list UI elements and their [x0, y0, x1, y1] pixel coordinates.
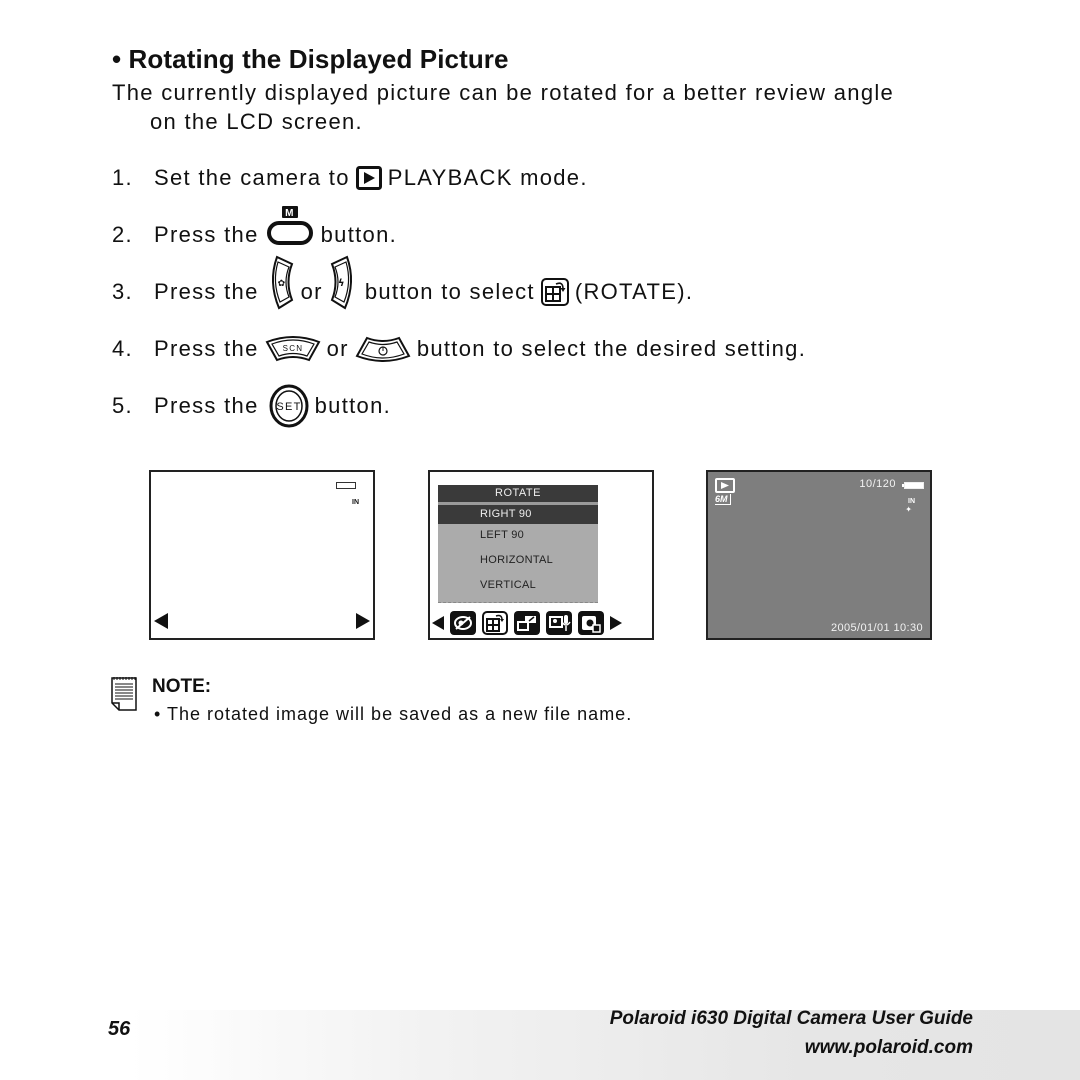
storage-indicator: IN — [908, 498, 915, 505]
resolution-indicator: 6M — [715, 494, 731, 505]
right-flash-button-icon: ϟ — [330, 255, 352, 310]
svg-text:✿: ✿ — [277, 279, 286, 289]
menu-option-left-90[interactable]: LEFT 90 — [438, 524, 598, 549]
previous-arrow-icon[interactable] — [154, 613, 168, 629]
website-url[interactable]: www.polaroid.com — [805, 1037, 973, 1059]
image-counter: 10/120 — [859, 478, 896, 490]
storage-indicator: IN — [352, 499, 359, 506]
section-title: • Rotating the Displayed Picture — [112, 44, 509, 74]
intro-line-1: The currently displayed picture can be r… — [112, 80, 895, 105]
step-number: 5. — [112, 393, 133, 418]
guide-title: Polaroid i630 Digital Camera User Guide — [609, 1008, 973, 1029]
rotate-icon[interactable] — [482, 611, 508, 635]
next-arrow-icon[interactable] — [356, 613, 370, 629]
self-timer-down-button-icon — [355, 336, 411, 362]
red-eye-icon[interactable] — [450, 611, 476, 635]
function-tray — [432, 611, 622, 635]
step-text: Set the camera to — [154, 165, 350, 190]
step-1: 1. Set the camera to PLAYBACK mode. — [112, 158, 588, 198]
step-text: button to select — [364, 279, 535, 304]
step-3: 3. Press the ✿ or ϟ button to select (RO… — [112, 255, 694, 312]
lcd-screen-rotate-menu: ROTATE RIGHT 90 LEFT 90 HORIZONTAL VERTI… — [428, 470, 654, 640]
note-text: • The rotated image will be saved as a n… — [154, 704, 633, 724]
voice-memo-icon[interactable] — [546, 611, 572, 635]
step-text: Press the — [154, 222, 259, 247]
svg-text:ϟ: ϟ — [338, 278, 346, 289]
protect-icon[interactable] — [578, 611, 604, 635]
rotate-icon — [540, 278, 569, 306]
intro-line-2: on the LCD screen. — [150, 109, 363, 134]
previous-arrow-icon[interactable] — [432, 616, 444, 630]
step-text: Press the — [154, 336, 259, 361]
playback-icon — [355, 166, 382, 190]
step-text: PLAYBACK mode. — [387, 165, 588, 190]
rotate-menu: ROTATE RIGHT 90 LEFT 90 HORIZONTAL VERTI… — [438, 485, 598, 603]
step-2: 2. Press the M button. — [112, 206, 398, 255]
step-5: 5. Press the SET button. — [112, 384, 392, 428]
left-macro-button-icon: ✿ — [271, 255, 293, 310]
step-number: 3. — [112, 279, 133, 304]
memory-dot-icon: ✦ — [905, 505, 912, 514]
step-4: 4. Press the SCN or button to select the… — [112, 329, 806, 369]
step-text: Press the — [154, 393, 259, 418]
step-text: button to select the desired setting. — [416, 336, 807, 361]
menu-option-vertical[interactable]: VERTICAL — [438, 574, 598, 599]
playback-mode-icon — [715, 478, 735, 493]
battery-icon — [902, 482, 924, 489]
intro-paragraph: The currently displayed picture can be r… — [112, 78, 982, 136]
step-text: or — [326, 336, 349, 361]
step-text: Press the — [154, 279, 259, 304]
menu-title: ROTATE — [438, 485, 598, 502]
next-arrow-icon[interactable] — [610, 616, 622, 630]
note-title: NOTE: — [152, 676, 212, 697]
lcd-screen-before: IN — [149, 470, 375, 640]
date-time: 2005/01/01 10:30 — [830, 622, 923, 634]
step-number: 2. — [112, 222, 133, 247]
step-number: 1. — [112, 165, 133, 190]
resize-icon[interactable] — [514, 611, 540, 635]
step-text: button. — [320, 222, 398, 247]
page-number: 56 — [108, 1018, 131, 1040]
set-button-icon: SET — [269, 384, 309, 428]
svg-text:SCN: SCN — [282, 344, 303, 353]
scn-up-button-icon: SCN — [265, 336, 321, 362]
note-icon — [111, 677, 137, 711]
battery-icon — [336, 482, 356, 489]
step-text: button. — [314, 393, 392, 418]
menu-option-right-90[interactable]: RIGHT 90 — [438, 505, 598, 524]
lcd-screen-playback: 6M 10/120 IN ✦ 2005/01/01 10:30 — [706, 470, 932, 640]
svg-text:SET: SET — [276, 401, 301, 413]
menu-option-horizontal[interactable]: HORIZONTAL — [438, 549, 598, 574]
step-text: (ROTATE). — [574, 279, 694, 304]
svg-text:M: M — [285, 208, 295, 219]
menu-button-icon: M — [266, 206, 313, 245]
step-number: 4. — [112, 336, 133, 361]
step-text: or — [300, 279, 323, 304]
